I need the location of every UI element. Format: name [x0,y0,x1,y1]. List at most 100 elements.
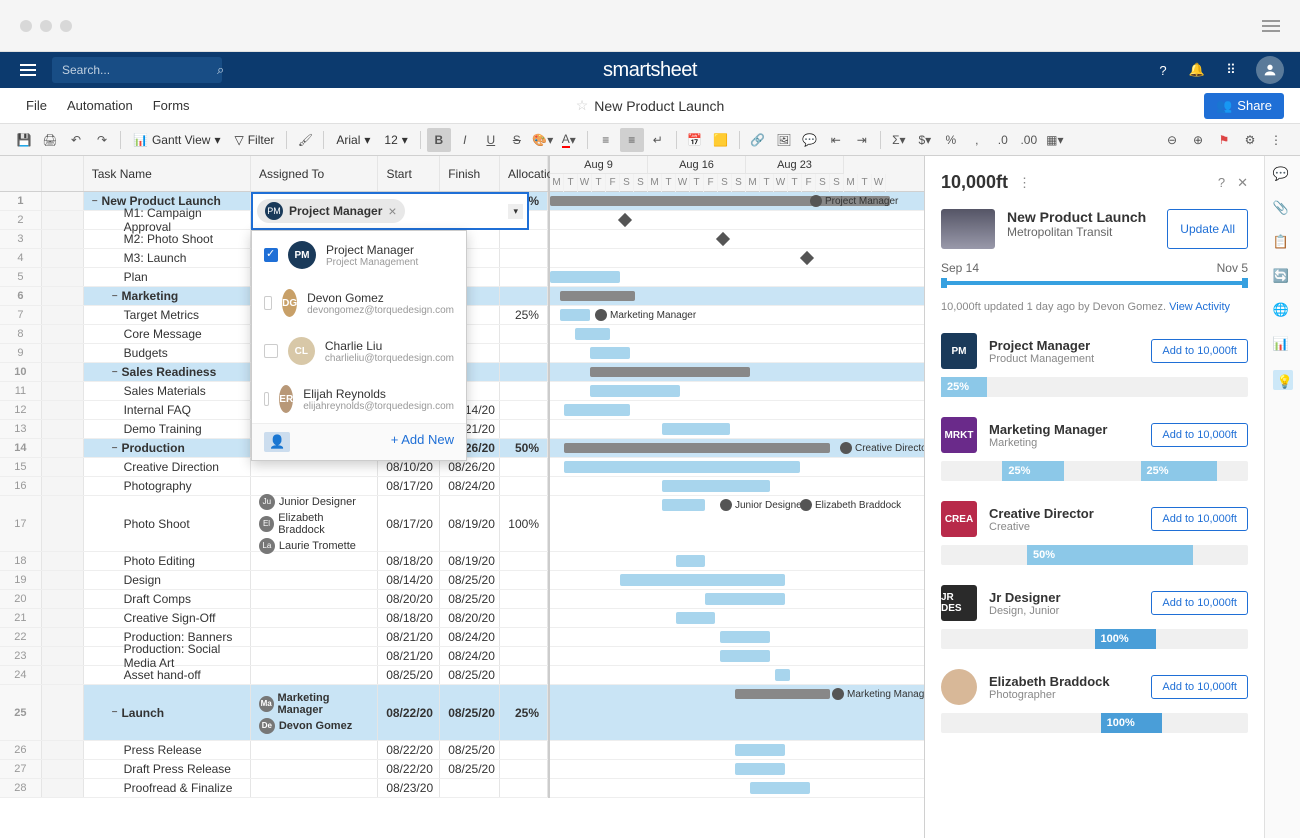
gantt-row[interactable] [550,382,924,401]
gantt-row[interactable] [550,344,924,363]
row-number[interactable]: 25 [0,685,42,740]
collapse-icon[interactable]: − [112,367,118,378]
col-start-header[interactable]: Start [378,156,440,191]
start-cell[interactable]: 08/18/20 [378,552,440,570]
gantt-bar[interactable] [560,309,590,321]
row-number[interactable]: 6 [0,287,42,305]
row-handle[interactable] [42,382,84,400]
row-number[interactable]: 15 [0,458,42,476]
gantt-bar[interactable] [735,763,785,775]
row-number[interactable]: 24 [0,666,42,684]
assigned-cell[interactable] [251,760,378,778]
gantt-bar[interactable] [564,461,800,473]
task-cell[interactable]: Creative Sign-Off [84,609,251,627]
task-cell[interactable]: Creative Direction [84,458,251,476]
task-cell[interactable]: Draft Press Release [84,760,251,778]
col-task-header[interactable]: Task Name [84,156,251,191]
link-icon[interactable]: 🔗 [746,128,770,152]
row-number[interactable]: 3 [0,230,42,248]
row-number[interactable]: 5 [0,268,42,286]
gantt-row[interactable] [550,420,924,439]
column-icon[interactable]: ▦▾ [1043,128,1067,152]
gantt-bar[interactable] [590,367,750,377]
gantt-bar[interactable] [662,499,705,511]
currency-icon[interactable]: $▾ [913,128,937,152]
task-cell[interactable]: Core Message [84,325,251,343]
apps-icon[interactable]: ⠿ [1222,61,1240,79]
row-handle[interactable] [42,249,84,267]
row-handle[interactable] [42,628,84,646]
rail-comments-icon[interactable]: 💬 [1273,166,1293,186]
bold-icon[interactable]: B [427,128,451,152]
collapse-icon[interactable]: − [112,443,118,454]
align-left-icon[interactable]: ≡ [594,128,618,152]
main-menu-icon[interactable] [16,60,40,80]
alloc-cell[interactable] [500,666,548,684]
task-cell[interactable]: −Sales Readiness [84,363,251,381]
alloc-cell[interactable] [500,363,548,381]
task-cell[interactable]: Photo Shoot [84,496,251,551]
task-cell[interactable]: Draft Comps [84,590,251,608]
gantt-row[interactable]: Junior DesignerElizabeth Braddock [550,496,924,552]
assigned-cell[interactable] [251,477,378,495]
gantt-row[interactable] [550,230,924,249]
gantt-row[interactable] [550,211,924,230]
row-number[interactable]: 1 [0,192,42,210]
option-checkbox[interactable] [264,248,278,262]
date-icon[interactable]: 📅 [683,128,707,152]
rail-activity-icon[interactable]: 📊 [1273,336,1293,356]
decimal-inc-icon[interactable]: .00 [1017,128,1041,152]
row-handle[interactable] [42,458,84,476]
start-cell[interactable]: 08/17/20 [378,477,440,495]
row-handle[interactable] [42,477,84,495]
save-icon[interactable]: 💾 [12,128,36,152]
redo-icon[interactable]: ↷ [90,128,114,152]
gantt-bar[interactable] [564,443,830,453]
task-cell[interactable]: Proofread & Finalize [84,779,251,797]
italic-icon[interactable]: I [453,128,477,152]
add-to-10000ft-button[interactable]: Add to 10,000ft [1151,591,1248,615]
row-number[interactable]: 7 [0,306,42,324]
finish-cell[interactable]: 08/19/20 [440,496,500,551]
gantt-row[interactable] [550,760,924,779]
help-icon[interactable]: ? [1154,61,1172,79]
task-cell[interactable]: Internal FAQ [84,401,251,419]
option-checkbox[interactable] [264,344,278,358]
row-number[interactable]: 16 [0,477,42,495]
alloc-cell[interactable] [500,647,548,665]
gantt-row[interactable] [550,590,924,609]
task-cell[interactable]: Production: Social Media Art [84,647,251,665]
start-cell[interactable]: 08/22/20 [378,760,440,778]
gantt-bar[interactable] [620,574,785,586]
gantt-row[interactable]: Marketing Manager [550,306,924,325]
gantt-bar[interactable] [590,347,630,359]
thousand-icon[interactable]: , [965,128,989,152]
alloc-cell[interactable] [500,382,548,400]
zoom-out-icon[interactable]: ⊖ [1160,128,1184,152]
format-painter-icon[interactable]: 🖌 [293,128,317,152]
star-icon[interactable]: ☆ [576,97,589,114]
task-cell[interactable]: Press Release [84,741,251,759]
row-number[interactable]: 18 [0,552,42,570]
wrap-icon[interactable]: ↵ [646,128,670,152]
start-cell[interactable]: 08/21/20 [378,647,440,665]
indent-in-icon[interactable]: ⇥ [850,128,874,152]
table-row[interactable]: 18 Photo Editing 08/18/20 08/19/20 [0,552,548,571]
alloc-cell[interactable]: 25% [500,306,548,324]
row-number[interactable]: 28 [0,779,42,797]
task-cell[interactable]: Budgets [84,344,251,362]
gantt-bar[interactable] [575,328,610,340]
table-row[interactable]: 25 −Launch MaMarketing ManagerDeDevon Go… [0,685,548,741]
task-cell[interactable]: Design [84,571,251,589]
row-number[interactable]: 17 [0,496,42,551]
row-handle[interactable] [42,287,84,305]
strike-icon[interactable]: S [505,128,529,152]
task-cell[interactable]: M2: Photo Shoot [84,230,251,248]
view-dropdown[interactable]: 📊 Gantt View ▾ [127,128,226,152]
collapse-icon[interactable]: − [112,291,118,302]
row-handle[interactable] [42,760,84,778]
assigned-cell-editor[interactable]: PM Project Manager × ▾ [251,192,529,230]
col-alloc-header[interactable]: Allocatio... [500,156,548,191]
gantt-row[interactable] [550,477,924,496]
more-icon[interactable]: ⋮ [1264,128,1288,152]
